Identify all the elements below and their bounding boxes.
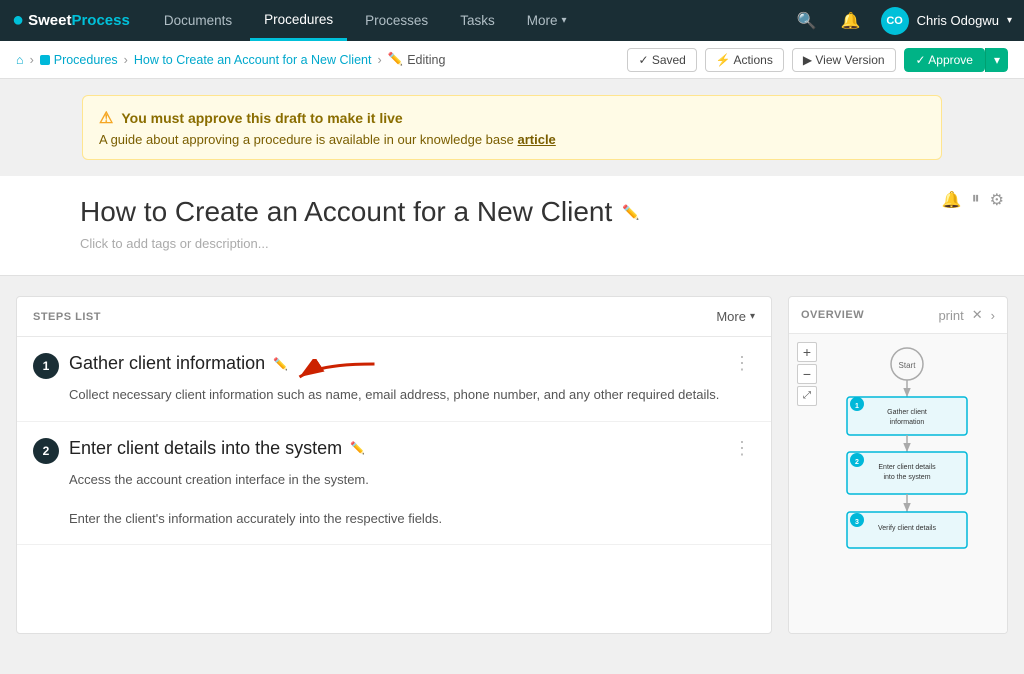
svg-text:Gather client: Gather client	[887, 409, 927, 416]
step-title-1: Gather client information ✏️	[69, 353, 719, 374]
svg-text:3: 3	[855, 519, 859, 526]
user-name: Chris Odogwu	[917, 13, 999, 28]
diagram-svg: Start 1 Gather client information	[827, 342, 987, 622]
tags-placeholder[interactable]: Click to add tags or description...	[80, 236, 944, 251]
search-button[interactable]: 🔍	[793, 7, 821, 35]
svg-text:information: information	[890, 419, 925, 426]
pause-icon[interactable]: ⏸	[972, 190, 980, 210]
warning-banner: ⚠ You must approve this draft to make it…	[82, 95, 942, 160]
title-edit-icon[interactable]: ✏️	[622, 204, 639, 221]
warning-article-link[interactable]: article	[517, 132, 555, 147]
nav-procedures[interactable]: Procedures	[250, 0, 347, 41]
approve-dropdown-button[interactable]: ▾	[985, 48, 1008, 72]
breadcrumb-actions: ✓ Saved ⚡ Actions ▶ View Version ✓ Appro…	[627, 48, 1008, 72]
actions-button[interactable]: ⚡ Actions	[705, 48, 784, 72]
logo[interactable]: ● SweetProcess	[12, 9, 130, 32]
step-title-2: Enter client details into the system ✏️	[69, 438, 719, 459]
step-edit-icon-2[interactable]: ✏️	[350, 441, 365, 455]
step-description-1: Collect necessary client information suc…	[69, 385, 755, 405]
overview-panel: OVERVIEW print ✕ › + − ⤢ Start	[788, 296, 1008, 634]
steps-more-button[interactable]: More ▾	[716, 309, 755, 324]
chevron-down-icon: ▾	[561, 15, 566, 26]
banner-wrapper: ⚠ You must approve this draft to make it…	[0, 95, 1024, 160]
diagram-svg-wrapper: Start 1 Gather client information	[827, 342, 999, 625]
overview-label: OVERVIEW	[801, 309, 864, 321]
nav-processes[interactable]: Processes	[351, 0, 442, 41]
procedures-icon	[40, 55, 50, 65]
steps-panel: STEPS LIST More ▾ 1 Gather client inform…	[16, 296, 772, 634]
diagram-fit-button[interactable]: ⤢	[797, 386, 817, 406]
breadcrumb-bar: ⌂ › Procedures › How to Create an Accoun…	[0, 41, 1024, 79]
saved-button[interactable]: ✓ Saved	[627, 48, 696, 72]
step-number-1: 1	[33, 353, 59, 379]
overview-header: OVERVIEW print ✕ ›	[789, 297, 1007, 334]
nav-tasks[interactable]: Tasks	[446, 0, 509, 41]
editing-badge: ✏️ Editing	[388, 52, 446, 67]
step-item-2: 2 Enter client details into the system ✏…	[17, 422, 771, 546]
overview-close-button[interactable]: ✕	[972, 307, 983, 323]
document-header: 🔔 ⏸ ⚙ How to Create an Account for a New…	[0, 176, 1024, 276]
svg-text:2: 2	[855, 459, 859, 466]
main-area: ⚠ You must approve this draft to make it…	[0, 95, 1024, 674]
warning-description: A guide about approving a procedure is a…	[99, 132, 925, 147]
svg-text:Verify client details: Verify client details	[878, 525, 936, 532]
diagram-zoom-out-button[interactable]: −	[797, 364, 817, 384]
approve-group: ✓ Approve ▾	[904, 48, 1008, 72]
diagram-controls: + − ⤢	[797, 342, 817, 406]
gear-icon[interactable]: ⚙	[990, 190, 1004, 210]
breadcrumb-procedures[interactable]: Procedures	[54, 53, 118, 67]
overview-diagram: + − ⤢ Start 1 Gather cli	[789, 334, 1007, 633]
svg-text:Start: Start	[899, 361, 917, 370]
step-edit-icon-1[interactable]: ✏️	[273, 357, 288, 371]
nav-documents[interactable]: Documents	[150, 0, 246, 41]
nav-right-area: 🔍 🔔 CO Chris Odogwu ▾	[793, 7, 1012, 35]
view-version-button[interactable]: ▶ View Version	[792, 48, 896, 72]
avatar: CO	[881, 7, 909, 35]
warning-icon: ⚠	[99, 108, 113, 128]
step-number-2: 2	[33, 438, 59, 464]
user-menu[interactable]: CO Chris Odogwu ▾	[881, 7, 1012, 35]
diagram-zoom-in-button[interactable]: +	[797, 342, 817, 362]
breadcrumb-home[interactable]: ⌂	[16, 53, 24, 67]
step-menu-button-2[interactable]: ⋮	[729, 438, 755, 459]
breadcrumb-procedure-title[interactable]: How to Create an Account for a New Clien…	[134, 53, 372, 67]
top-navigation: ● SweetProcess Documents Procedures Proc…	[0, 0, 1024, 41]
svg-text:into the system: into the system	[883, 474, 930, 481]
steps-header: STEPS LIST More ▾	[17, 297, 771, 337]
step-menu-button-1[interactable]: ⋮	[729, 353, 755, 374]
approve-button[interactable]: ✓ Approve	[904, 48, 985, 72]
step-description-2: Access the account creation interface in…	[69, 470, 755, 529]
user-dropdown-icon: ▾	[1007, 15, 1012, 26]
steps-list-label: STEPS LIST	[33, 311, 101, 323]
overview-print-button[interactable]: print	[938, 308, 963, 323]
svg-text:Enter client details: Enter client details	[878, 464, 936, 471]
overview-expand-button[interactable]: ›	[991, 308, 995, 323]
notifications-button[interactable]: 🔔	[837, 7, 865, 35]
document-title: How to Create an Account for a New Clien…	[80, 196, 944, 228]
pencil-icon: ✏️	[388, 52, 404, 67]
steps-overview-container: STEPS LIST More ▾ 1 Gather client inform…	[0, 276, 1024, 654]
chevron-down-icon: ▾	[750, 311, 755, 322]
nav-more[interactable]: More ▾	[513, 0, 581, 41]
bell-icon[interactable]: 🔔	[942, 190, 962, 210]
svg-text:1: 1	[855, 403, 859, 410]
document-toolbar: 🔔 ⏸ ⚙	[942, 190, 1004, 210]
step-item-1: 1 Gather client information ✏️ ⋮ Collect…	[17, 337, 771, 422]
